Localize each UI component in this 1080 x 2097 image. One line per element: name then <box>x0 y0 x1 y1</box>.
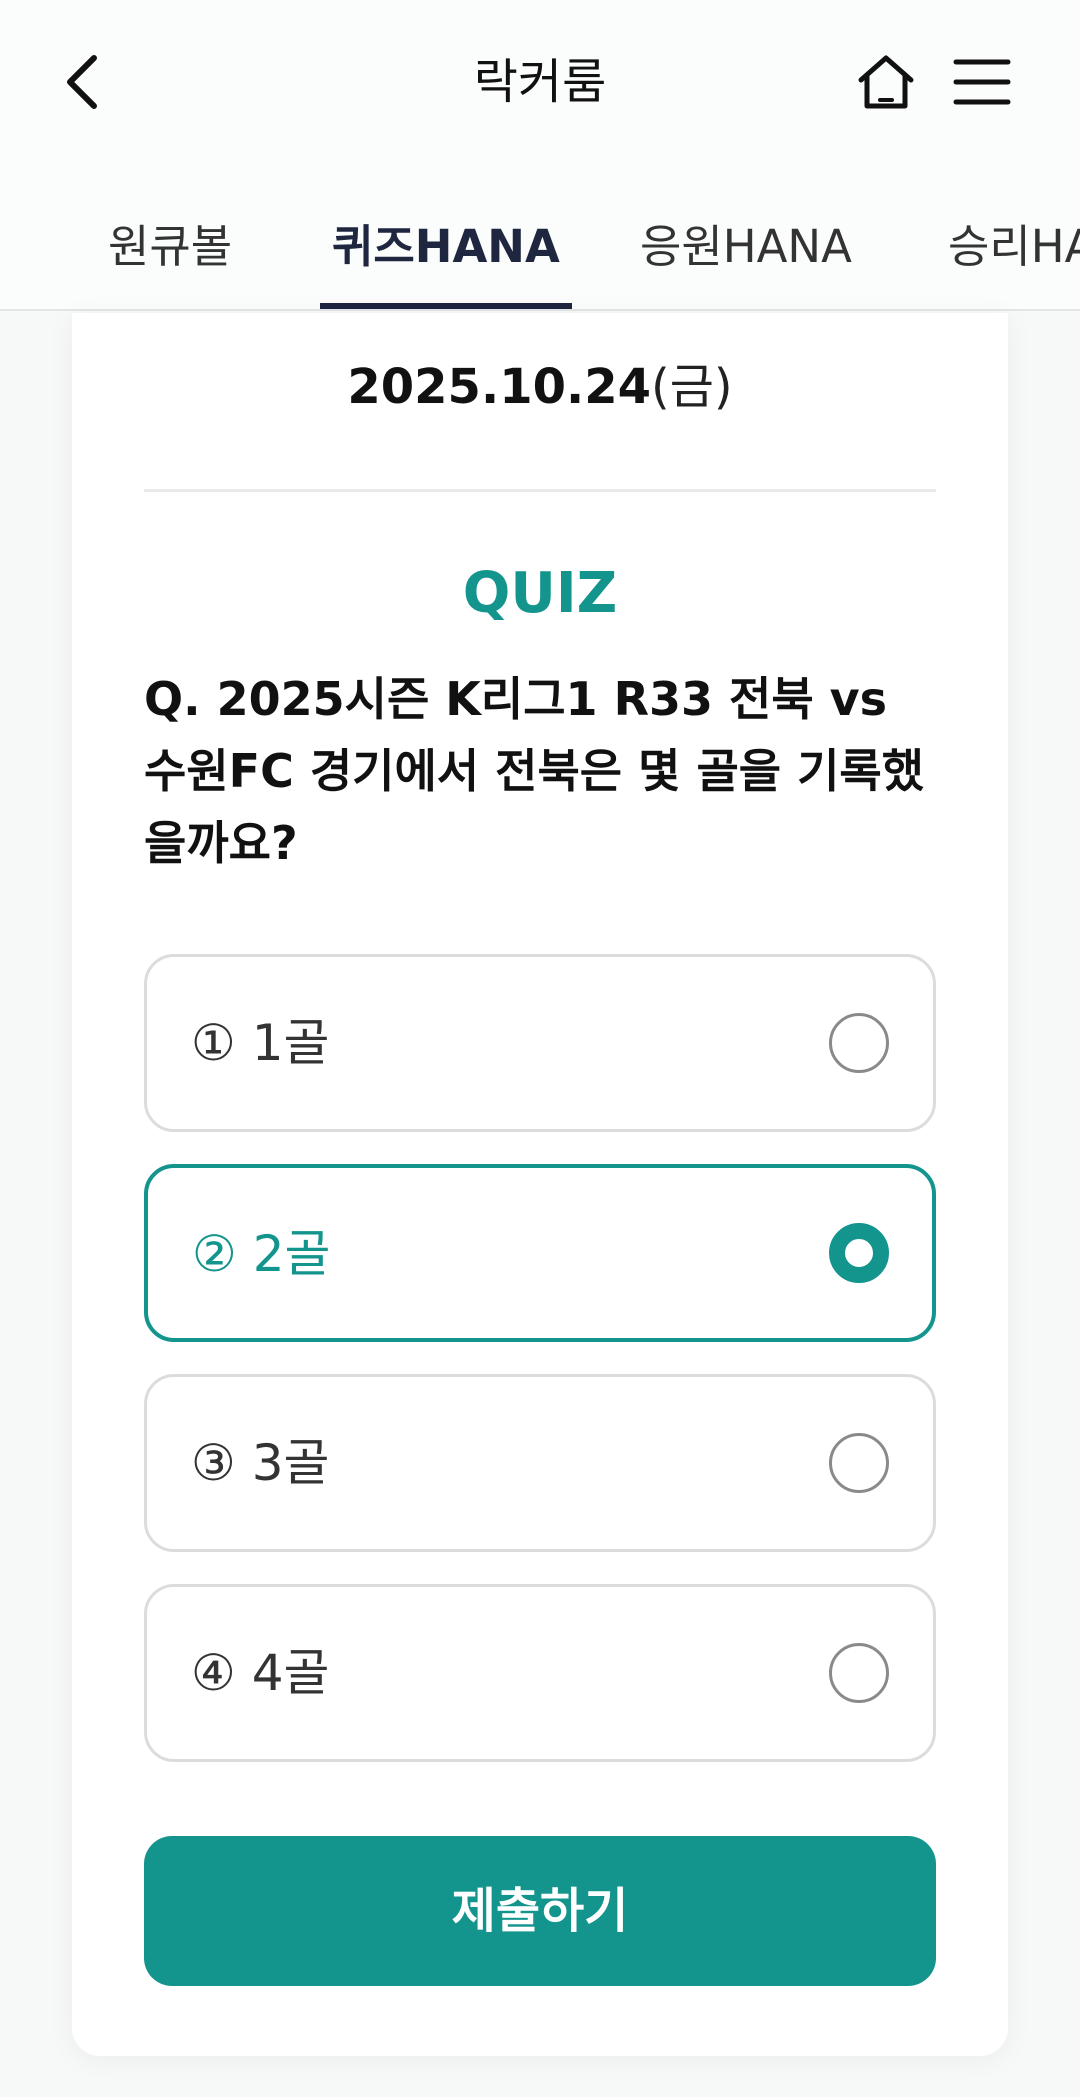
divider <box>144 489 936 492</box>
menu-button[interactable] <box>952 56 1012 108</box>
home-icon <box>858 55 914 109</box>
answer-option-label: ③ 3골 <box>191 1434 330 1492</box>
quiz-date: 2025.10.24(금) <box>72 355 1008 419</box>
quiz-question: Q. 2025시즌 K리그1 R33 전북 vs 수원FC 경기에서 전북은 몇… <box>144 672 925 870</box>
quiz-card: 2025.10.24(금) QUIZ Q. 2025시즌 K리그1 R33 전북… <box>72 313 1008 2056</box>
tab-cheer-hana[interactable]: 응원HANA <box>640 168 852 309</box>
radio-button-icon[interactable] <box>829 1433 889 1493</box>
quiz-weekday: (금) <box>651 359 733 415</box>
tab-victory-hana[interactable]: 승리HANA <box>948 168 1080 309</box>
radio-button-icon[interactable] <box>829 1643 889 1703</box>
chevron-left-icon <box>67 55 97 109</box>
answer-option-1[interactable]: ① 1골 <box>144 954 936 1132</box>
quiz-label: QUIZ <box>462 561 618 626</box>
home-button[interactable] <box>856 52 916 112</box>
page-title: 락커룸 <box>473 54 607 110</box>
quiz-date-value: 2025.10.24 <box>347 359 652 415</box>
answer-option-2[interactable]: ② 2골 <box>144 1164 936 1342</box>
answer-option-3[interactable]: ③ 3골 <box>144 1374 936 1552</box>
hamburger-menu-icon <box>953 59 1011 105</box>
answer-option-label: ② 2골 <box>192 1225 331 1283</box>
tab-one-cue-ball[interactable]: 원큐볼 <box>108 168 232 309</box>
tab-quiz-hana[interactable]: 퀴즈HANA <box>320 168 572 309</box>
top-app-bar: 락커룸 <box>0 0 1080 168</box>
back-button[interactable] <box>60 50 110 114</box>
category-tabs: 원큐볼 퀴즈HANA 응원HANA 승리HANA <box>0 168 1080 311</box>
answer-option-label: ① 1골 <box>191 1014 330 1072</box>
answer-option-label: ④ 4골 <box>191 1644 330 1702</box>
submit-button[interactable]: 제출하기 <box>144 1836 936 1986</box>
radio-button-selected-icon[interactable] <box>829 1223 889 1283</box>
answer-option-4[interactable]: ④ 4골 <box>144 1584 936 1762</box>
radio-button-icon[interactable] <box>829 1013 889 1073</box>
